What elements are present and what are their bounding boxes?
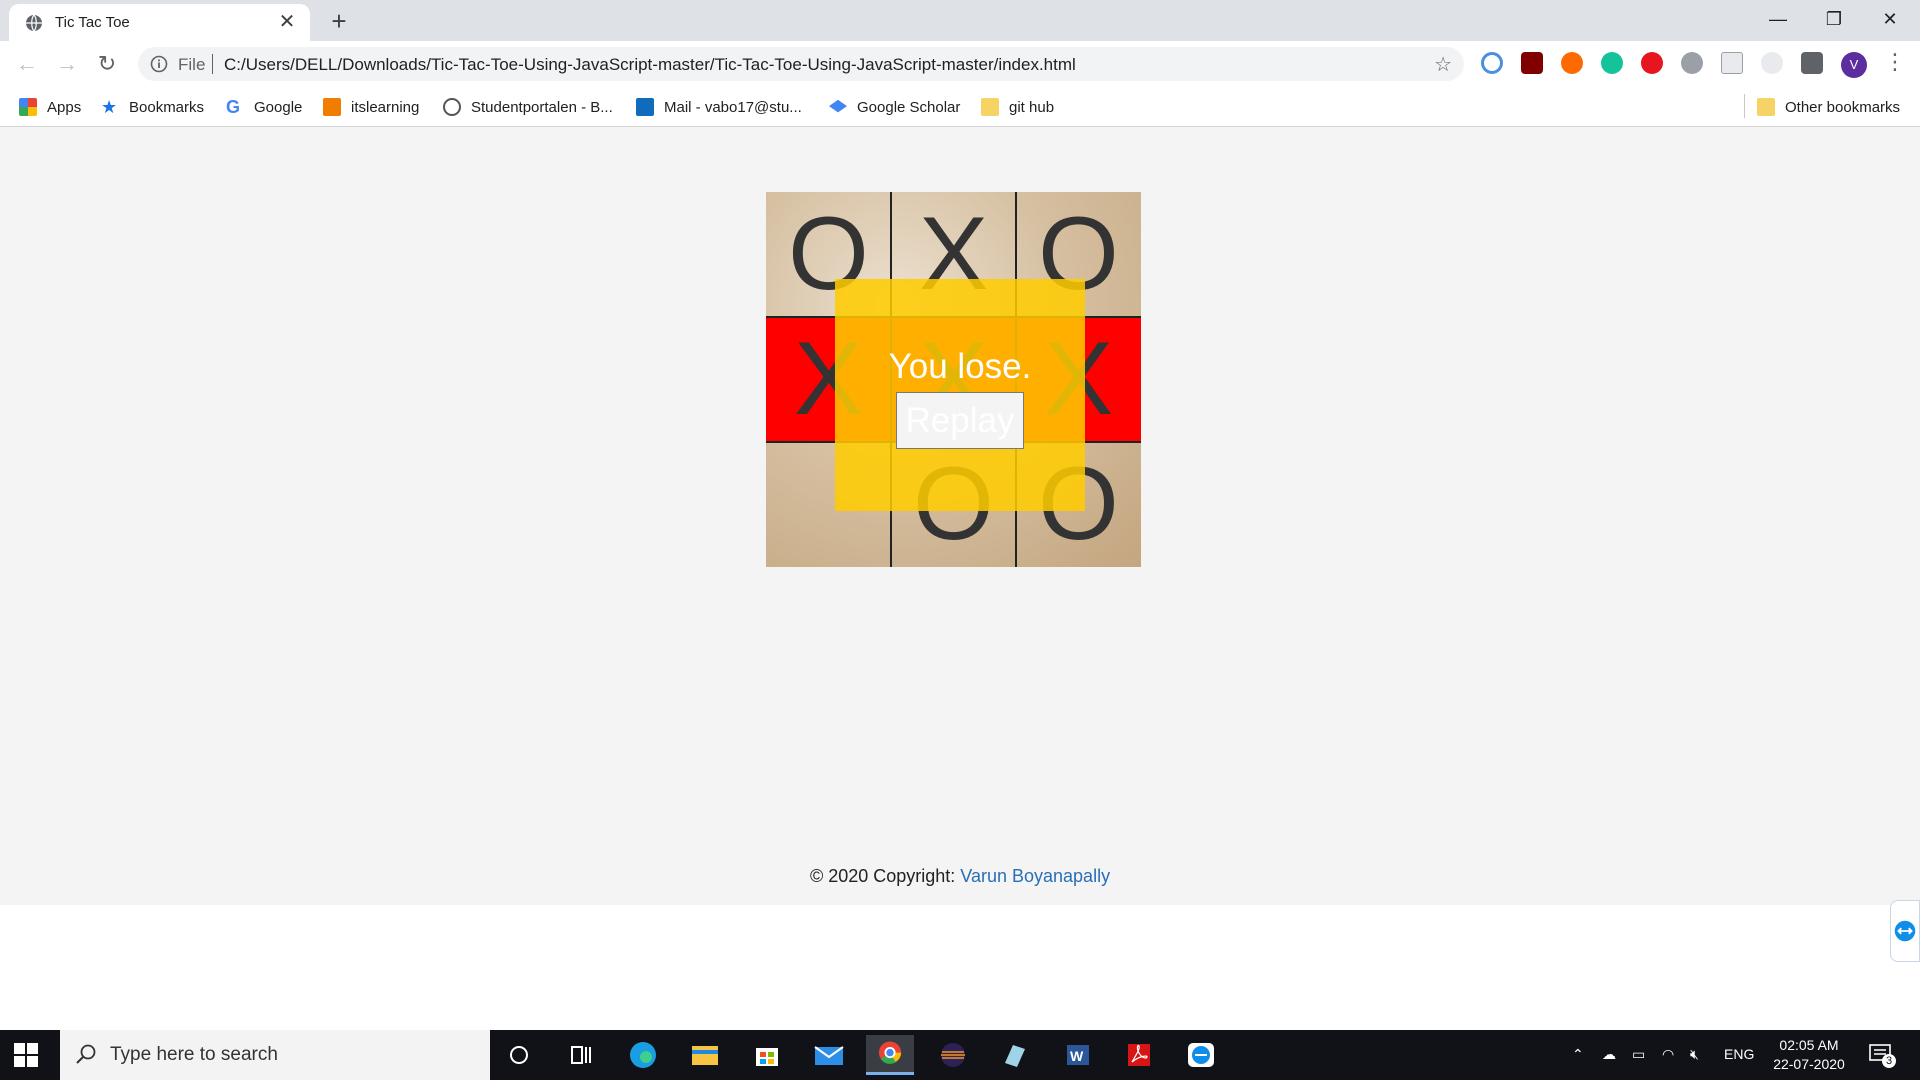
copyright-text: © 2020 Copyright: (809, 866, 961, 886)
search-placeholder: Type here to search (110, 1044, 278, 1065)
itslearning-icon (323, 98, 341, 116)
teamviewer-taskbar-icon[interactable] (1177, 1035, 1225, 1075)
back-button[interactable]: ← (12, 49, 42, 79)
edge-icon[interactable] (619, 1035, 667, 1075)
extension-grey-icon[interactable] (1681, 52, 1703, 74)
bookmark-bookmarks[interactable]: ★ Bookmarks (101, 96, 204, 118)
outlook-icon (636, 98, 654, 116)
page-bottom-area (0, 905, 1920, 1030)
word-icon[interactable]: W (1053, 1035, 1101, 1075)
grammarly-icon[interactable] (1601, 52, 1623, 74)
file-explorer-icon[interactable] (681, 1035, 729, 1075)
google-icon: G (226, 97, 241, 117)
address-bar[interactable]: File C:/Users/DELL/Downloads/Tic-Tac-Toe… (138, 47, 1464, 81)
volume-muted-icon[interactable]: 🔇︎ (1690, 1046, 1699, 1063)
new-tab-button[interactable]: + (324, 6, 354, 36)
teamviewer-widget[interactable] (1890, 900, 1920, 962)
apps-grid-icon (19, 98, 37, 116)
bookmark-google-scholar[interactable]: Google Scholar (829, 96, 960, 118)
forward-button[interactable]: → (52, 49, 82, 79)
task-view-icon[interactable] (556, 1035, 604, 1075)
bookmark-git-hub[interactable]: git hub (981, 96, 1054, 118)
extensions-puzzle-icon[interactable] (1801, 52, 1823, 74)
windows-start-icon[interactable] (14, 1043, 38, 1067)
notification-count-badge: 3 (1882, 1054, 1896, 1068)
window-close-button[interactable]: ✕ (1862, 0, 1918, 40)
wifi-icon[interactable]: ◠ (1662, 1046, 1674, 1063)
bookmarks-divider (1744, 94, 1745, 118)
extension-doc-icon[interactable] (1721, 52, 1743, 74)
show-hidden-icons-icon[interactable]: ⌃ (1572, 1046, 1584, 1063)
minimize-button[interactable]: — (1750, 0, 1806, 40)
taskbar-clock[interactable]: 02:05 AM 22-07-2020 (1766, 1036, 1852, 1074)
browser-toolbar: ← → ↻ File C:/Users/DELL/Downloads/Tic-T… (0, 41, 1920, 86)
scheme-label: File (178, 55, 206, 74)
star-icon: ★ (101, 97, 118, 117)
tab-close-button[interactable]: ✕ (276, 11, 298, 33)
bookmark-itslearning[interactable]: itslearning (323, 96, 419, 118)
studentportalen-icon (443, 98, 461, 116)
onedrive-icon[interactable]: ☁ (1602, 1046, 1616, 1063)
page-footer: © 2020 Copyright: Varun Boyanapally (0, 866, 1920, 887)
restore-button[interactable]: ❐ (1806, 0, 1862, 40)
action-center-icon[interactable]: 3 (1868, 1042, 1896, 1068)
tab-strip: Tic Tac Toe ✕ + — ❐ ✕ (0, 0, 1920, 41)
eclipse-icon[interactable] (929, 1035, 977, 1075)
extension-1-icon[interactable] (1481, 52, 1503, 74)
menu-dots-icon[interactable]: ⋮ (1884, 49, 1906, 75)
taskbar-search-box[interactable]: Type here to search (60, 1030, 490, 1080)
result-message: You lose. (888, 347, 1032, 386)
bookmarks-bar: Apps ★ Bookmarks G Google itslearning St… (0, 86, 1920, 127)
cortana-icon[interactable] (495, 1035, 543, 1075)
url-text[interactable]: C:/Users/DELL/Downloads/Tic-Tac-Toe-Usin… (224, 55, 1076, 75)
author-link[interactable]: Varun Boyanapally (960, 866, 1110, 886)
bookmark-studentportalen[interactable]: Studentportalen - B... (443, 96, 613, 118)
clock-time: 02:05 AM (1779, 1037, 1839, 1053)
omnibox-divider (212, 54, 213, 74)
profile-avatar[interactable]: V (1841, 52, 1867, 78)
extension-red-icon[interactable] (1641, 52, 1663, 74)
acrobat-icon[interactable] (1115, 1035, 1163, 1075)
tab-tic-tac-toe[interactable]: Tic Tac Toe ✕ (9, 4, 310, 41)
tab-title: Tic Tac Toe (55, 14, 130, 31)
windows-taskbar: Type here to search W ⌃ ☁ ▭ ◠ 🔇︎ ENG 02:… (0, 1030, 1920, 1080)
chrome-icon[interactable] (866, 1035, 914, 1075)
info-icon[interactable] (150, 55, 168, 73)
globe-icon (26, 14, 42, 32)
bookmark-other-bookmarks[interactable]: Other bookmarks (1757, 96, 1900, 118)
search-icon (76, 1044, 96, 1064)
notes-app-icon[interactable] (991, 1035, 1039, 1075)
folder-icon (1757, 98, 1775, 116)
replay-button[interactable]: Replay (896, 392, 1024, 449)
clock-date: 22-07-2020 (1773, 1056, 1845, 1072)
scholar-icon (829, 99, 847, 113)
battery-icon[interactable]: ▭ (1632, 1046, 1645, 1063)
ublock-icon[interactable] (1521, 52, 1543, 74)
svg-text:W: W (1070, 1048, 1084, 1064)
bookmark-mail[interactable]: Mail - vabo17@stu... (636, 96, 802, 118)
mail-icon[interactable] (805, 1035, 853, 1075)
reload-button[interactable]: ↻ (92, 49, 122, 79)
language-indicator[interactable]: ENG (1724, 1046, 1754, 1062)
bookmark-star-icon[interactable]: ☆ (1434, 52, 1452, 77)
bookmark-google[interactable]: G Google (226, 96, 302, 118)
bookmark-apps[interactable]: Apps (19, 96, 81, 118)
extension-fire-icon[interactable] (1561, 52, 1583, 74)
game-over-overlay: You lose. Replay (835, 279, 1085, 511)
microsoft-store-icon[interactable] (743, 1035, 791, 1075)
extension-atom-icon[interactable] (1761, 52, 1783, 74)
teamviewer-icon (1894, 920, 1916, 942)
folder-icon (981, 98, 999, 116)
